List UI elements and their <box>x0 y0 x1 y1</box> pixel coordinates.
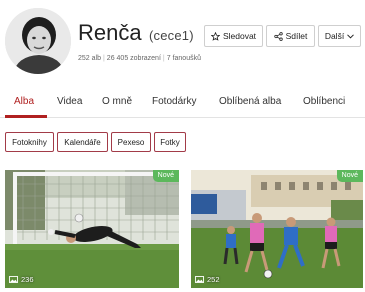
profile-tabs: Alba Videa O mně Fotodárky Oblíbená alba… <box>0 88 365 118</box>
photo-count-value: 252 <box>207 275 220 284</box>
new-badge: Nové <box>152 170 179 182</box>
views-count: 26 405 zobrazení <box>106 55 161 62</box>
active-tab-indicator <box>5 115 47 118</box>
chip-pexeso[interactable]: Pexeso <box>111 132 151 152</box>
album-cover-image <box>191 170 363 288</box>
more-label: Další <box>324 31 345 41</box>
album-card[interactable]: Nové 252 <box>191 170 363 288</box>
chip-fotoknihy[interactable]: Fotoknihy <box>5 132 54 152</box>
image-icon <box>195 276 204 283</box>
profile-stats: 252 alb | 26 405 zobrazení | 7 fanoušků <box>78 55 201 62</box>
photo-count: 252 <box>195 275 220 284</box>
share-icon <box>273 31 283 41</box>
chip-kalendare[interactable]: Kalendáře <box>57 132 108 152</box>
albums-count: 252 alb <box>78 55 101 62</box>
avatar[interactable] <box>5 8 71 74</box>
star-icon <box>210 31 220 41</box>
image-icon <box>9 276 18 283</box>
album-card[interactable]: Nové 236 <box>5 170 179 288</box>
new-badge: Nové <box>336 170 363 182</box>
photo-count: 236 <box>9 275 34 284</box>
tab-o-mne[interactable]: O mně <box>102 95 132 109</box>
photo-count-value: 236 <box>21 275 34 284</box>
share-button[interactable]: Sdílet <box>266 25 315 47</box>
tab-oblibenci[interactable]: Oblíbenci <box>303 95 345 109</box>
chevron-down-icon <box>347 33 355 39</box>
fans-count[interactable]: 7 fanoušků <box>167 55 201 62</box>
tab-oblibena-alba[interactable]: Oblíbená alba <box>219 95 281 109</box>
profile-name: Renča <box>78 20 142 45</box>
tab-fotodarky[interactable]: Fotodárky <box>152 95 196 109</box>
follow-button[interactable]: Sledovat <box>204 25 263 47</box>
tab-alba[interactable]: Alba <box>14 95 34 109</box>
tab-videa[interactable]: Videa <box>57 95 82 109</box>
profile-username: (cece1) <box>149 28 194 43</box>
album-cover-image <box>5 170 179 288</box>
follow-label: Sledovat <box>222 31 257 41</box>
more-dropdown[interactable]: Další <box>318 25 361 47</box>
chip-fotky[interactable]: Fotky <box>154 132 186 152</box>
share-label: Sdílet <box>285 31 308 41</box>
